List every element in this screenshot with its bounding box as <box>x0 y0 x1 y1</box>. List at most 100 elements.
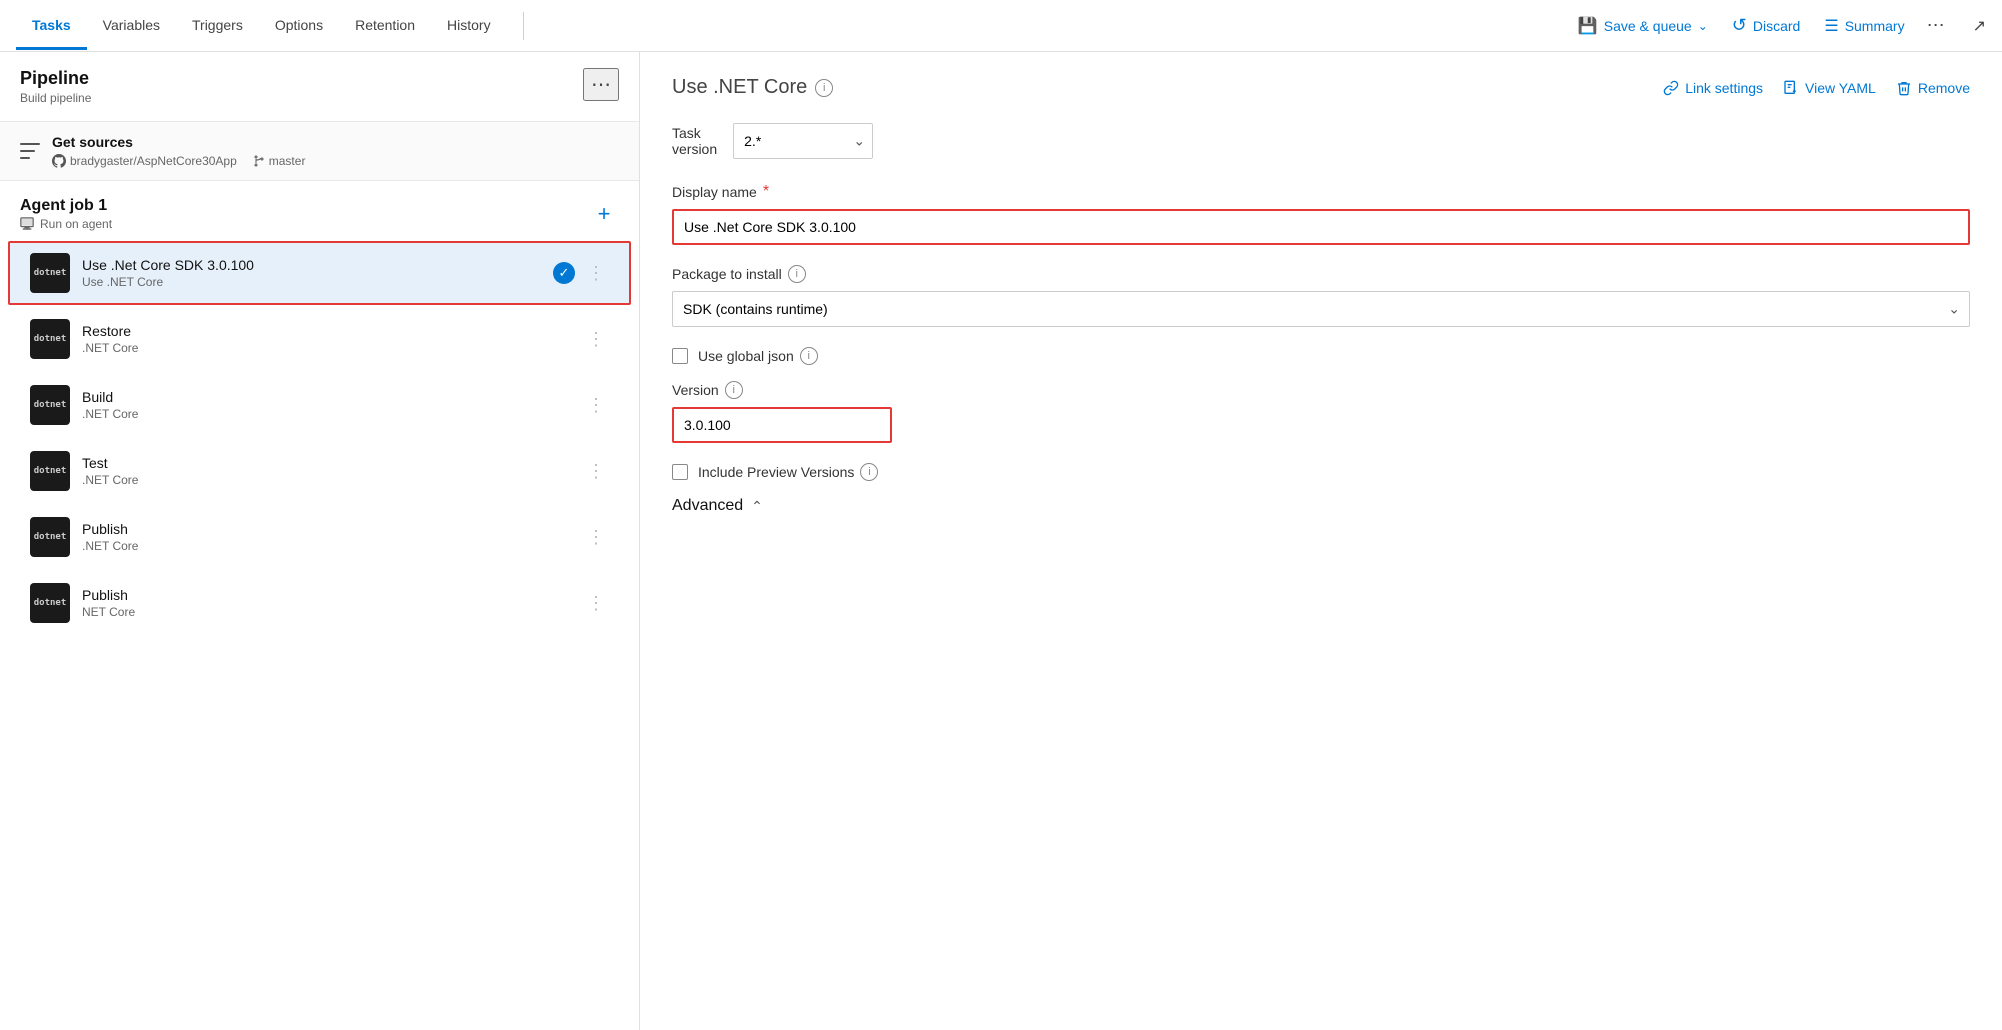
right-panel-title: Use .NET Core i <box>672 76 833 99</box>
package-install-label: Package to install i <box>672 265 1970 283</box>
more-button[interactable]: ⋯ <box>1919 9 1953 42</box>
task-item-publish[interactable]: dotnet Publish .NET Core ⋮ <box>8 505 631 569</box>
task-version-row: Taskversion 2.* 1.* 0.* ⌄ <box>672 123 1970 159</box>
task-version-select-wrap: 2.* 1.* 0.* ⌄ <box>733 123 873 159</box>
task-item-build[interactable]: dotnet Build .NET Core ⋮ <box>8 373 631 437</box>
advanced-label: Advanced <box>672 497 743 515</box>
agent-icon <box>20 217 34 231</box>
task-version-select[interactable]: 2.* 1.* 0.* <box>733 123 873 159</box>
version-info-icon[interactable]: i <box>725 381 743 399</box>
task-content-publish2: Publish NET Core <box>82 587 583 619</box>
task-sub-0: Use .NET Core <box>82 275 553 289</box>
get-sources-meta: bradygaster/AspNetCore30App master <box>52 154 619 168</box>
link-settings-label: Link settings <box>1685 80 1763 96</box>
remove-button[interactable]: Remove <box>1896 80 1970 96</box>
task-check-icon: ✓ <box>553 262 575 284</box>
save-icon: 💾 <box>1578 16 1598 36</box>
summary-icon: ☰ <box>1824 16 1838 36</box>
global-json-checkbox[interactable] <box>672 348 688 364</box>
agent-job-header: Agent job 1 Run on agent + <box>0 181 639 239</box>
task-content-use-net-core: Use .Net Core SDK 3.0.100 Use .NET Core <box>82 257 553 289</box>
task-item-restore[interactable]: dotnet Restore .NET Core ⋮ <box>8 307 631 371</box>
link-icon <box>1663 80 1679 96</box>
task-sub-5: NET Core <box>82 605 583 619</box>
tab-options[interactable]: Options <box>259 3 339 50</box>
tab-tasks[interactable]: Tasks <box>16 3 87 50</box>
task-sub-2: .NET Core <box>82 407 583 421</box>
version-input[interactable] <box>672 407 892 443</box>
display-name-label: Display name * <box>672 183 1970 201</box>
package-install-select-wrapper: SDK (contains runtime) Runtime ⌄ <box>672 291 1970 327</box>
expand-button[interactable]: ↗ <box>1973 16 1986 36</box>
package-info-icon[interactable]: i <box>788 265 806 283</box>
save-queue-label: Save & queue <box>1604 18 1692 34</box>
discard-button[interactable]: ↺ Discard <box>1722 9 1811 42</box>
nav-divider <box>523 12 524 40</box>
agent-job-title: Agent job 1 <box>20 197 112 215</box>
get-sources-title: Get sources <box>52 134 619 150</box>
package-install-select[interactable]: SDK (contains runtime) Runtime <box>672 291 1970 327</box>
preview-versions-checkbox[interactable] <box>672 464 688 480</box>
tab-retention[interactable]: Retention <box>339 3 431 50</box>
task-item-publish2[interactable]: dotnet Publish NET Core ⋮ <box>8 571 631 635</box>
task-name-2: Build <box>82 389 583 405</box>
task-icon-use-net-core: dotnet <box>30 253 70 293</box>
pipeline-info: Pipeline Build pipeline <box>20 68 91 105</box>
right-panel: Use .NET Core i Link settings View <box>640 52 2002 1030</box>
task-drag-handle-2[interactable]: ⋮ <box>583 395 609 416</box>
task-icon-publish: dotnet <box>30 517 70 557</box>
task-drag-handle-4[interactable]: ⋮ <box>583 527 609 548</box>
advanced-section[interactable]: Advanced ⌃ <box>672 497 1970 515</box>
add-task-button[interactable]: + <box>589 199 619 229</box>
agent-job-sub: Run on agent <box>20 217 112 231</box>
get-sources-content: Get sources bradygaster/AspNetCore30App … <box>52 134 619 168</box>
save-queue-button[interactable]: 💾 Save & queue ⌄ <box>1568 10 1718 42</box>
get-sources-repo: bradygaster/AspNetCore30App <box>52 154 237 168</box>
required-asterisk: * <box>763 183 769 201</box>
task-sub-1: .NET Core <box>82 341 583 355</box>
global-json-info-icon[interactable]: i <box>800 347 818 365</box>
display-name-input[interactable] <box>672 209 1970 245</box>
remove-label: Remove <box>1918 80 1970 96</box>
main-layout: Pipeline Build pipeline ⋯ Get sources br… <box>0 52 2002 1030</box>
pipeline-more-button[interactable]: ⋯ <box>583 68 619 101</box>
view-yaml-label: View YAML <box>1805 80 1876 96</box>
task-name-5: Publish <box>82 587 583 603</box>
preview-info-icon[interactable]: i <box>860 463 878 481</box>
task-icon-build: dotnet <box>30 385 70 425</box>
tab-triggers[interactable]: Triggers <box>176 3 259 50</box>
view-yaml-button[interactable]: View YAML <box>1783 80 1876 96</box>
preview-versions-label: Include Preview Versions i <box>698 463 878 481</box>
tab-variables[interactable]: Variables <box>87 3 176 50</box>
nav-actions: 💾 Save & queue ⌄ ↺ Discard ☰ Summary ⋯ ↗ <box>1568 9 1986 42</box>
summary-button[interactable]: ☰ Summary <box>1814 10 1914 42</box>
right-panel-header: Use .NET Core i Link settings View <box>672 76 1970 99</box>
tab-history[interactable]: History <box>431 3 507 50</box>
save-queue-dropdown-icon: ⌄ <box>1698 19 1708 33</box>
task-drag-handle-1[interactable]: ⋮ <box>583 329 609 350</box>
discard-icon: ↺ <box>1732 15 1747 36</box>
right-panel-actions: Link settings View YAML <box>1663 80 1970 96</box>
task-icon-test: dotnet <box>30 451 70 491</box>
task-content-restore: Restore .NET Core <box>82 323 583 355</box>
trash-icon <box>1896 80 1912 96</box>
agent-job-left: Agent job 1 Run on agent <box>20 197 112 231</box>
top-nav: Tasks Variables Triggers Options Retenti… <box>0 0 2002 52</box>
version-section: Version i <box>672 381 1970 443</box>
task-drag-handle[interactable]: ⋮ <box>583 263 609 284</box>
yaml-icon <box>1783 80 1799 96</box>
link-settings-button[interactable]: Link settings <box>1663 80 1763 96</box>
title-info-icon[interactable]: i <box>815 79 833 97</box>
advanced-chevron-icon: ⌃ <box>751 498 763 515</box>
task-item-use-net-core[interactable]: dotnet Use .Net Core SDK 3.0.100 Use .NE… <box>8 241 631 305</box>
task-drag-handle-5[interactable]: ⋮ <box>583 593 609 614</box>
task-item-test[interactable]: dotnet Test .NET Core ⋮ <box>8 439 631 503</box>
global-json-label: Use global json i <box>698 347 818 365</box>
pipeline-subtitle: Build pipeline <box>20 91 91 105</box>
task-content-test: Test .NET Core <box>82 455 583 487</box>
task-drag-handle-3[interactable]: ⋮ <box>583 461 609 482</box>
task-name-1: Restore <box>82 323 583 339</box>
task-icon-restore: dotnet <box>30 319 70 359</box>
task-name-4: Publish <box>82 521 583 537</box>
get-sources-row[interactable]: Get sources bradygaster/AspNetCore30App … <box>0 122 639 181</box>
